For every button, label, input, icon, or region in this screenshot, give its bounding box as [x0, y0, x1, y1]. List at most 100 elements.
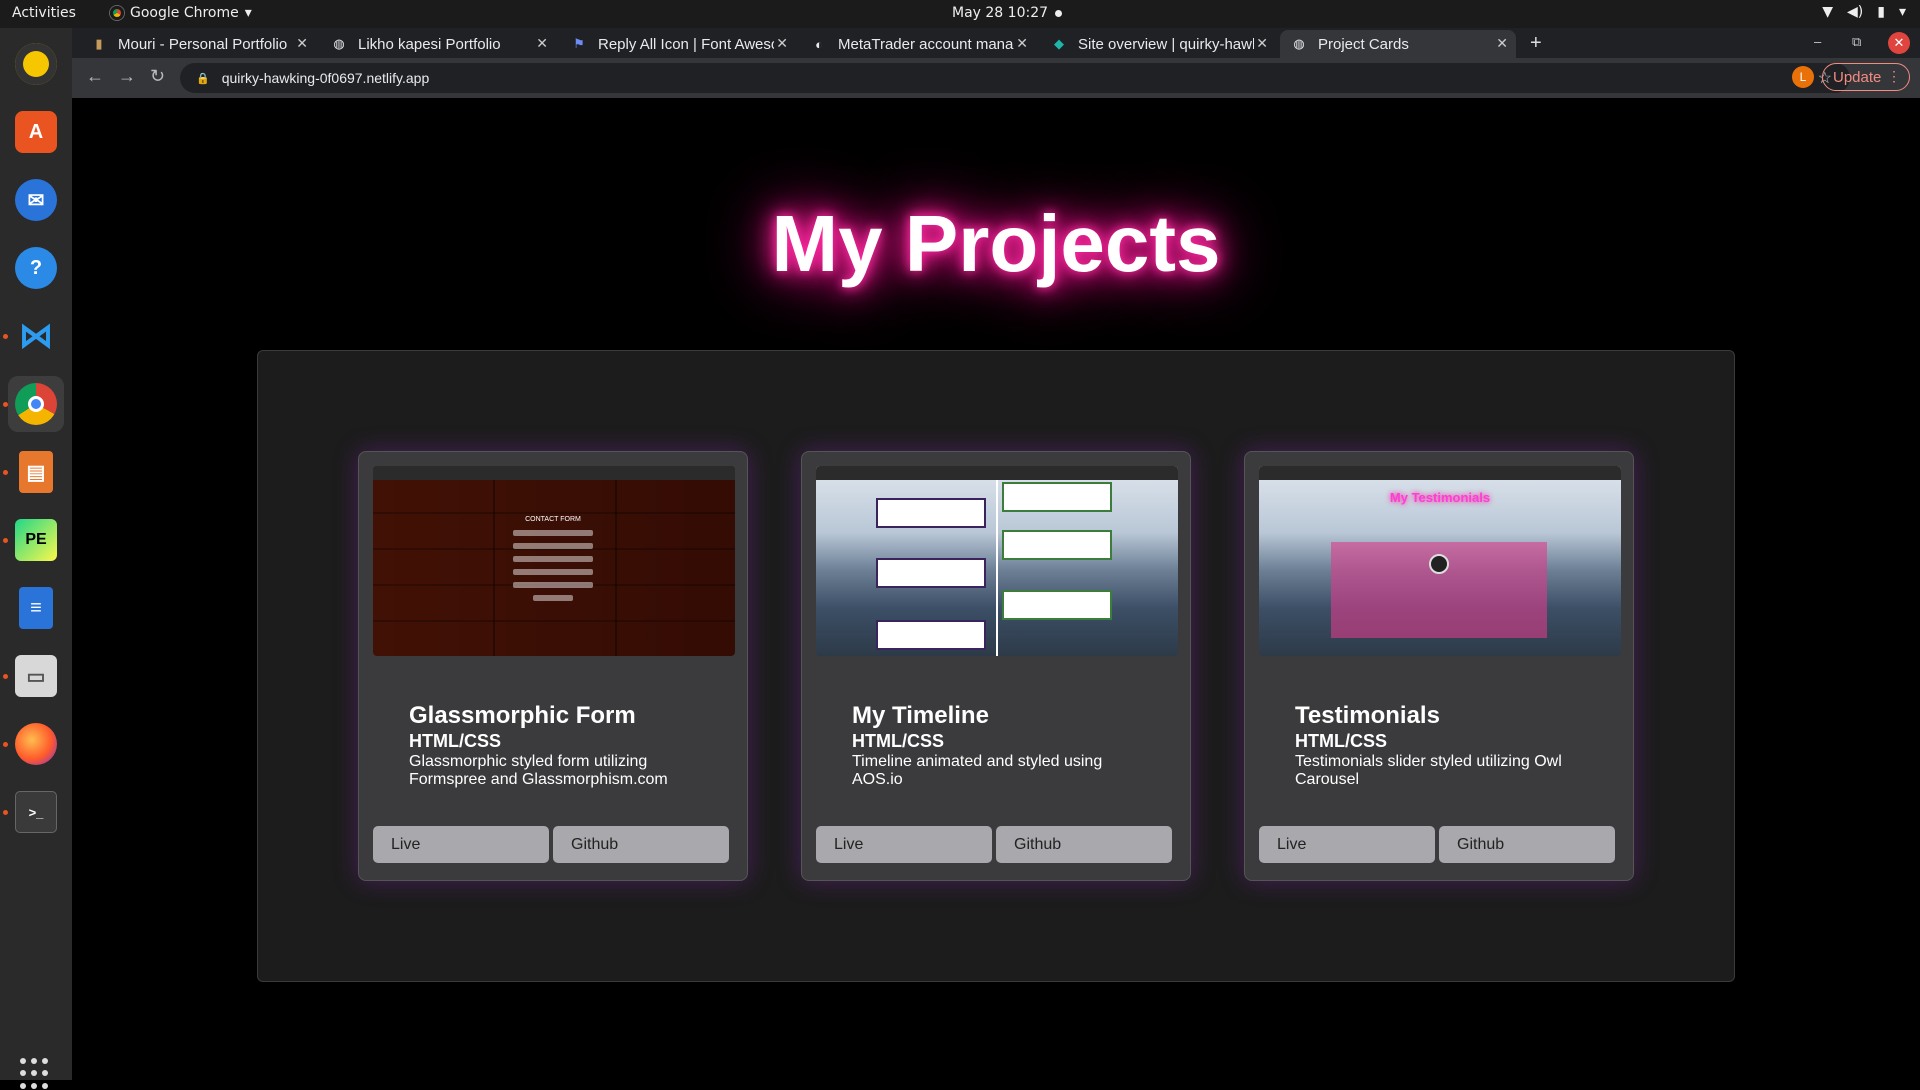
- minimize-button[interactable]: –: [1814, 34, 1821, 49]
- new-tab-button[interactable]: +: [1530, 32, 1542, 55]
- update-label: Update: [1833, 68, 1882, 86]
- github-button[interactable]: Github: [553, 826, 729, 863]
- browser-window: ▮ Mouri - Personal Portfolio ✕ ◍ Likho k…: [72, 28, 1920, 98]
- close-icon[interactable]: ✕: [1256, 35, 1268, 52]
- help-launcher[interactable]: ?: [8, 240, 64, 296]
- timeline-item: [876, 620, 986, 650]
- live-button[interactable]: Live: [373, 826, 549, 863]
- thumbnail-heading: My Testimonials: [1389, 490, 1491, 505]
- restore-button[interactable]: ⧉: [1852, 34, 1861, 50]
- pycharm-launcher[interactable]: PE: [8, 512, 64, 568]
- terminal-launcher[interactable]: >_: [8, 784, 64, 840]
- volume-icon: ◀): [1847, 4, 1864, 20]
- flag-icon: ⚑: [573, 36, 585, 51]
- card-tech: HTML/CSS: [1295, 731, 1387, 751]
- github-button[interactable]: Github: [996, 826, 1172, 863]
- close-icon[interactable]: ✕: [1016, 35, 1028, 52]
- close-icon[interactable]: ✕: [536, 35, 548, 52]
- card-description: Timeline animated and styled using AOS.i…: [852, 753, 1103, 788]
- page-title: My Projects: [771, 199, 1221, 288]
- app-menu[interactable]: Google Chrome ▾: [110, 5, 252, 21]
- page-content: My Projects CONTACT FORM Glassmorphic Fo…: [72, 98, 1920, 1080]
- tab-title: Mouri - Personal Portfolio: [118, 35, 288, 53]
- projects-panel: CONTACT FORM Glassmorphic Form HTML/CSS …: [257, 350, 1735, 982]
- card-title: Testimonials: [1295, 702, 1440, 729]
- tab-netlify[interactable]: ◆ Site overview | quirky-hawking ✕: [1040, 30, 1276, 58]
- project-thumbnail: [816, 466, 1178, 656]
- clock[interactable]: May 28 10:27: [952, 5, 1048, 21]
- card-description: Glassmorphic styled form utilizing Forms…: [409, 753, 668, 788]
- project-card: My Testimonials Testimonials HTML/CSS Te…: [1244, 451, 1634, 881]
- timeline-item: [876, 498, 986, 528]
- live-button[interactable]: Live: [816, 826, 992, 863]
- writer-launcher[interactable]: ≡: [8, 580, 64, 636]
- menu-kebab-icon: ⋮: [1887, 68, 1901, 84]
- close-icon[interactable]: ✕: [776, 35, 788, 52]
- project-thumbnail: CONTACT FORM: [373, 466, 735, 656]
- lock-icon: 🔒: [196, 72, 210, 85]
- timeline-item: [876, 558, 986, 588]
- files-launcher[interactable]: ▭: [8, 648, 64, 704]
- netlify-icon: ◆: [1054, 36, 1064, 51]
- tab-project-cards[interactable]: ◍ Project Cards ✕: [1280, 30, 1516, 58]
- thunderbird-icon: ✉: [15, 179, 57, 221]
- timeline-item: [1002, 482, 1112, 512]
- tab-title: MetaTrader account manager: [838, 35, 1014, 53]
- project-card: My Timeline HTML/CSS Timeline animated a…: [801, 451, 1191, 881]
- thumbnail-form: CONTACT FORM: [513, 516, 593, 636]
- impress-launcher[interactable]: ▤: [8, 444, 64, 500]
- card-tech: HTML/CSS: [852, 731, 944, 751]
- close-icon[interactable]: ✕: [1496, 35, 1508, 52]
- tab-title: Site overview | quirky-hawking: [1078, 35, 1254, 53]
- activities-button[interactable]: Activities: [12, 5, 76, 21]
- notification-dot-icon: [1055, 10, 1062, 17]
- close-window-button[interactable]: ✕: [1888, 32, 1910, 54]
- thumbnail-browser-bar: [816, 466, 1178, 480]
- url-text: quirky-hawking-0f0697.netlify.app: [221, 70, 430, 86]
- files-icon: ▭: [15, 655, 57, 697]
- forward-button[interactable]: →: [118, 66, 136, 87]
- close-icon[interactable]: ✕: [296, 35, 308, 52]
- help-icon: ?: [15, 247, 57, 289]
- back-button[interactable]: ←: [86, 66, 104, 87]
- card-description: Testimonials slider styled utilizing Owl…: [1295, 753, 1562, 788]
- vscode-launcher[interactable]: ⋈: [8, 308, 64, 364]
- thumbnail-browser-bar: [1259, 466, 1621, 480]
- software-launcher[interactable]: A: [8, 104, 64, 160]
- tab-font-awesome[interactable]: ⚑ Reply All Icon | Font Awesome ✕: [560, 30, 796, 58]
- app-name: Google Chrome: [130, 5, 239, 21]
- show-applications-icon[interactable]: [20, 1058, 52, 1090]
- mouri-icon: ▮: [95, 36, 103, 51]
- tab-mouri-portfolio[interactable]: ▮ Mouri - Personal Portfolio ✕: [80, 30, 316, 58]
- tab-title: Project Cards: [1318, 35, 1409, 53]
- card-title: My Timeline: [852, 702, 989, 729]
- battery-icon: ▮: [1877, 4, 1885, 20]
- tab-likho-portfolio[interactable]: ◍ Likho kapesi Portfolio ✕: [320, 30, 556, 58]
- reload-button[interactable]: ↻: [150, 66, 165, 87]
- avatar: [1429, 554, 1449, 574]
- address-bar[interactable]: 🔒 quirky-hawking-0f0697.netlify.app ☆: [180, 63, 1850, 93]
- system-tray[interactable]: ▼ ◀) ▮ ▾: [1822, 4, 1906, 20]
- browser-toolbar: ← → ↻ 🔒 quirky-hawking-0f0697.netlify.ap…: [72, 58, 1920, 98]
- firefox-launcher[interactable]: [8, 716, 64, 772]
- tab-strip: ▮ Mouri - Personal Portfolio ✕ ◍ Likho k…: [72, 28, 1920, 58]
- thunderbird-launcher[interactable]: ✉: [8, 172, 64, 228]
- tab-metatrader[interactable]: ◐ MetaTrader account manager ✕: [800, 30, 1036, 58]
- rhythmbox-launcher[interactable]: [8, 36, 64, 92]
- tab-title: Likho kapesi Portfolio: [358, 35, 501, 53]
- terminal-icon: >_: [15, 791, 57, 833]
- github-button[interactable]: Github: [1439, 826, 1615, 863]
- live-button[interactable]: Live: [1259, 826, 1435, 863]
- project-card: CONTACT FORM Glassmorphic Form HTML/CSS …: [358, 451, 748, 881]
- chevron-down-icon: ▾: [244, 5, 252, 21]
- card-tech: HTML/CSS: [409, 731, 501, 751]
- metatrader-icon: ◐: [815, 36, 823, 52]
- thumbnail-testimonial: [1331, 542, 1547, 638]
- chevron-down-icon: ▾: [1898, 4, 1906, 20]
- software-icon: A: [15, 111, 57, 153]
- system-top-bar: Activities Google Chrome ▾ May 28 10:27 …: [0, 0, 1920, 28]
- profile-avatar[interactable]: L: [1792, 66, 1814, 88]
- chrome-launcher[interactable]: [8, 376, 64, 432]
- card-title: Glassmorphic Form: [409, 702, 636, 729]
- update-button[interactable]: Update ⋮: [1822, 63, 1910, 91]
